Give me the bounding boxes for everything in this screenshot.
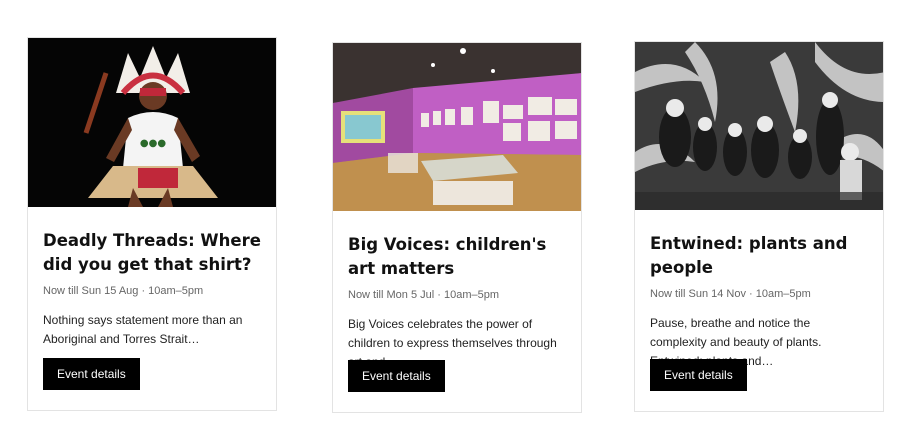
event-image[interactable] [635,42,883,210]
event-date: Now till Sun 15 Aug · 10am–5pm [43,285,204,297]
event-card: ●●● Deadly Threads: Where did you get th… [27,37,277,411]
event-title[interactable]: Big Voices: children's art matters [348,233,566,281]
svg-text:●●●: ●●● [140,138,166,149]
event-description: Nothing says statement more than an Abor… [43,313,243,346]
event-date: Now till Sun 14 Nov · 10am–5pm [650,288,811,300]
event-details-button[interactable]: Event details [348,360,445,392]
event-details-button[interactable]: Event details [43,358,140,390]
event-card: Big Voices: children's art matters Now t… [332,42,582,413]
event-date: Now till Mon 5 Jul · 10am–5pm [348,289,500,301]
event-title[interactable]: Entwined: plants and people [650,232,868,280]
event-card: Entwined: plants and people Now till Sun… [634,41,884,412]
event-title[interactable]: Deadly Threads: Where did you get that s… [43,229,261,277]
event-details-button[interactable]: Event details [650,359,747,391]
event-image[interactable] [333,43,581,211]
event-image[interactable]: ●●● [28,38,276,207]
